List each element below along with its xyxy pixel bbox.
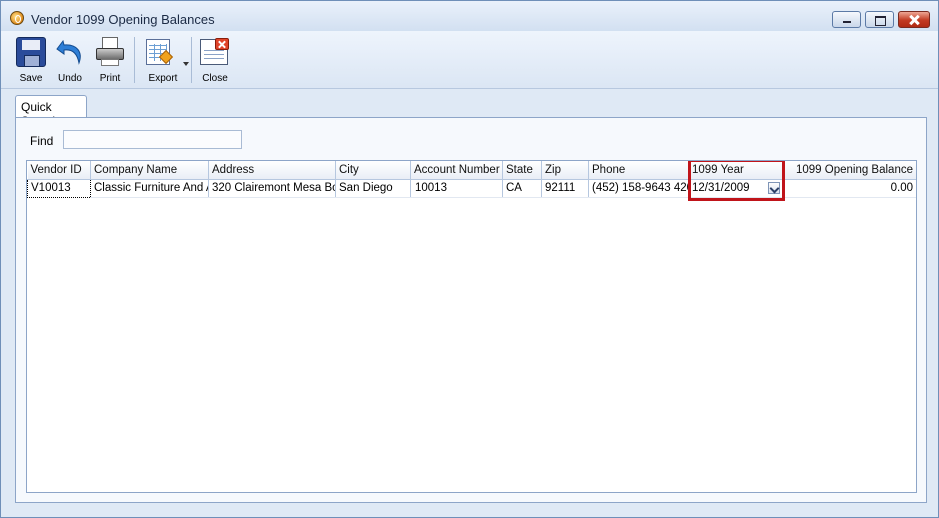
undo-label: Undo	[58, 73, 82, 84]
vendor-1099-window: Vendor 1099 Opening Balances Save Undo P…	[0, 0, 939, 518]
toolbar-separator	[191, 37, 192, 83]
save-icon	[16, 37, 46, 67]
cell-1099-year[interactable]: 12/31/2009	[688, 179, 785, 198]
close-window-button[interactable]	[898, 11, 930, 28]
close-label: Close	[202, 73, 228, 84]
cell-city[interactable]: San Diego	[335, 179, 411, 198]
find-input[interactable]	[63, 130, 242, 149]
print-label: Print	[99, 73, 121, 84]
cell-company-name[interactable]: Classic Furniture And Ap	[90, 179, 209, 198]
column-header-zip[interactable]: Zip	[541, 161, 589, 180]
undo-button[interactable]: Undo	[53, 34, 87, 88]
undo-icon	[55, 37, 85, 67]
tab-quick-search[interactable]: Quick Search	[15, 95, 87, 128]
save-button[interactable]: Save	[14, 34, 48, 88]
cell-address[interactable]: 320 Clairemont Mesa Bou	[208, 179, 336, 198]
cell-phone[interactable]: (452) 158-9643 420	[588, 179, 689, 198]
maximize-button[interactable]	[865, 11, 894, 28]
column-header-1099-year[interactable]: 1099 Year	[688, 161, 785, 180]
cell-state[interactable]: CA	[502, 179, 542, 198]
cell-vendor-id[interactable]: V10013	[27, 178, 91, 198]
close-form-icon	[200, 37, 230, 67]
minimize-button[interactable]	[832, 11, 861, 28]
find-label: Find	[30, 134, 54, 148]
column-header-state[interactable]: State	[502, 161, 542, 180]
toolbar-separator	[134, 37, 135, 83]
cell-account-number[interactable]: 10013	[410, 179, 503, 198]
print-button[interactable]: Print	[93, 34, 127, 88]
quick-search-panel: Find Vendor ID Company Name Address City…	[15, 117, 927, 503]
cell-zip[interactable]: 92111	[541, 179, 589, 198]
app-icon	[10, 11, 24, 25]
chevron-down-icon[interactable]	[183, 62, 189, 66]
toolbar: Save Undo Print Export Close	[1, 31, 938, 89]
column-header-vendor-id[interactable]: Vendor ID	[27, 161, 91, 180]
table-header-row: Vendor ID Company Name Address City Acco…	[27, 161, 916, 180]
column-header-city[interactable]: City	[335, 161, 411, 180]
1099-year-value: 12/31/2009	[692, 182, 750, 194]
title-bar: Vendor 1099 Opening Balances	[1, 1, 938, 31]
column-header-account-number[interactable]: Account Number	[410, 161, 503, 180]
cell-1099-opening-balance[interactable]: 0.00	[784, 179, 916, 198]
vendor-grid: Vendor ID Company Name Address City Acco…	[26, 160, 917, 493]
export-spreadsheet-icon	[145, 37, 189, 67]
column-header-company-name[interactable]: Company Name	[90, 161, 209, 180]
vendor-table: Vendor ID Company Name Address City Acco…	[27, 161, 916, 198]
chevron-down-icon[interactable]	[768, 181, 780, 194]
column-header-1099-opening-balance[interactable]: 1099 Opening Balance	[784, 161, 916, 180]
close-button[interactable]: Close	[197, 34, 233, 88]
column-header-phone[interactable]: Phone	[588, 161, 689, 180]
save-label: Save	[19, 73, 43, 84]
table-row[interactable]: V10013 Classic Furniture And Ap 320 Clai…	[27, 178, 916, 198]
window-title: Vendor 1099 Opening Balances	[31, 12, 215, 27]
export-label: Export	[148, 73, 178, 84]
column-header-address[interactable]: Address	[208, 161, 336, 180]
export-button[interactable]: Export	[141, 34, 189, 88]
printer-icon	[95, 37, 125, 67]
